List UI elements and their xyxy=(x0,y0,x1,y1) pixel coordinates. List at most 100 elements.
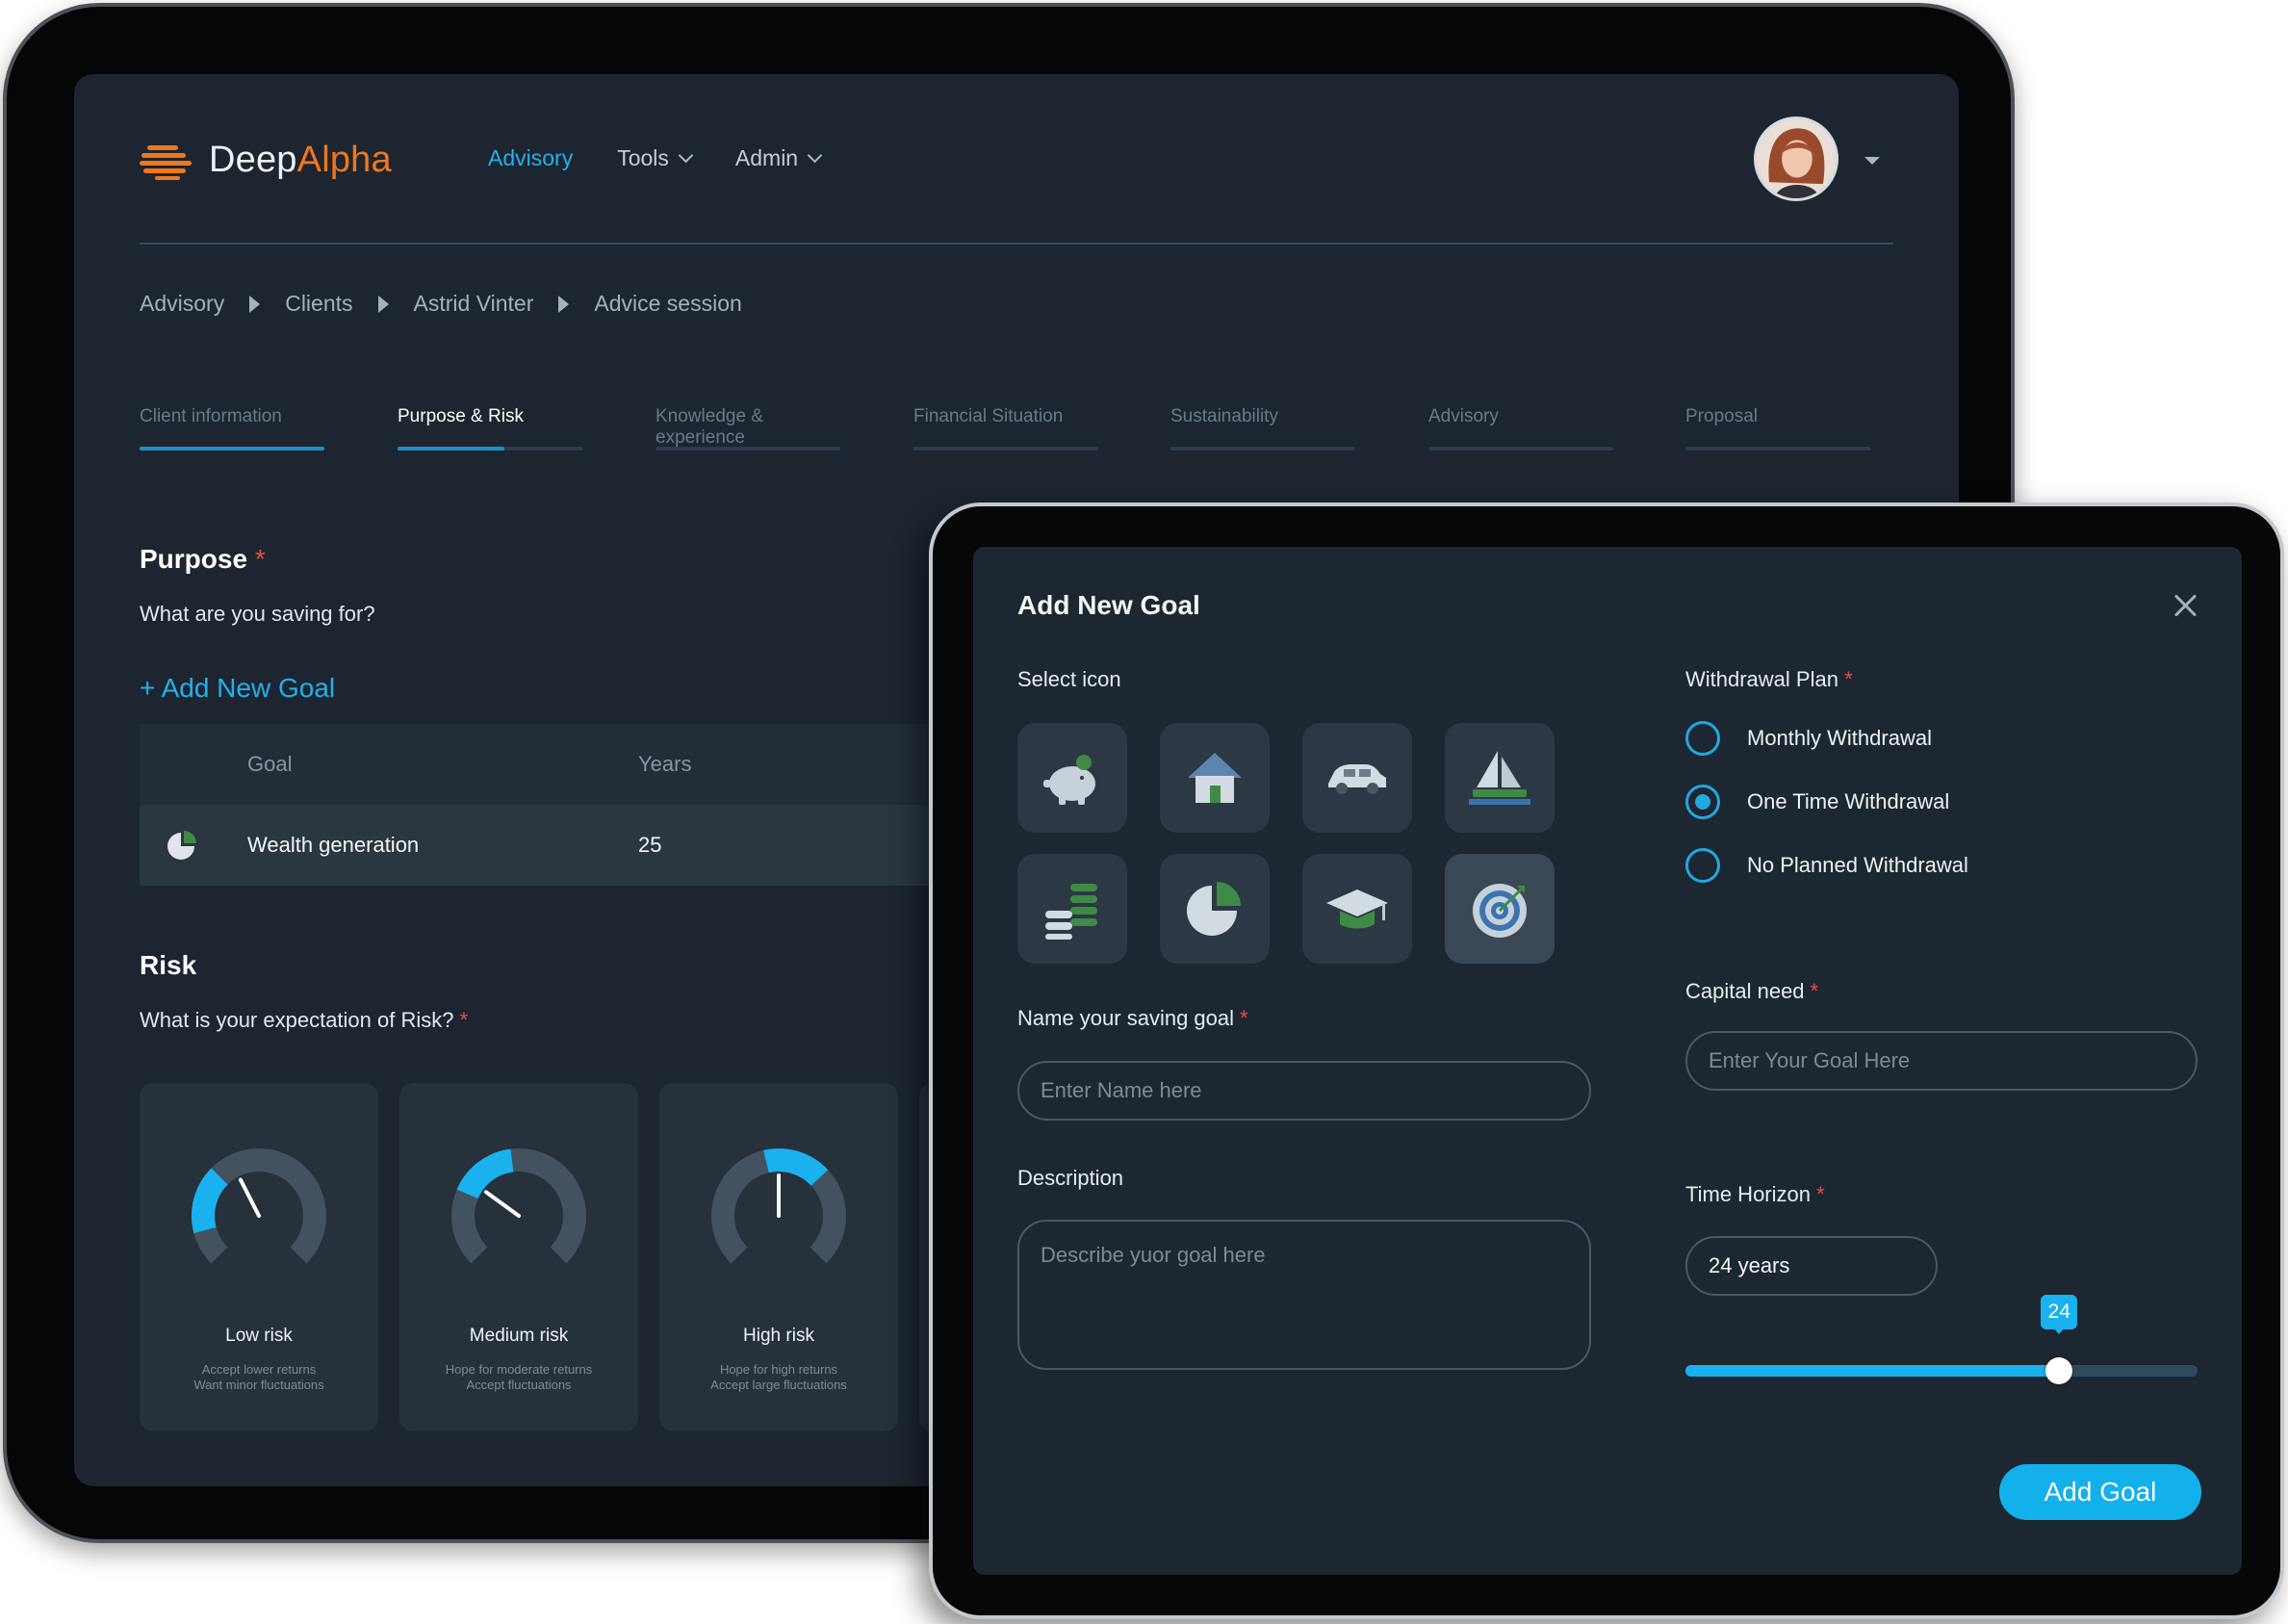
required-mark: * xyxy=(1240,1006,1248,1030)
tab-sustainability[interactable]: Sustainability xyxy=(1170,406,1357,451)
purpose-question: What are you saving for? xyxy=(140,602,375,626)
add-new-goal-link[interactable]: + Add New Goal xyxy=(140,673,335,704)
required-mark: * xyxy=(1816,1182,1825,1206)
slider-thumb[interactable] xyxy=(2045,1357,2073,1384)
risk-desc-line: Accept fluctuations xyxy=(466,1378,572,1392)
table-row[interactable]: Wealth generation 25 xyxy=(140,805,1006,886)
required-mark: * xyxy=(1844,667,1853,691)
nav-admin-label: Admin xyxy=(734,145,799,170)
tab-label: Proposal xyxy=(1685,406,1758,426)
gauge-level xyxy=(192,1168,228,1234)
header-divider xyxy=(140,243,1893,245)
car-icon[interactable] xyxy=(1302,723,1412,833)
radio-no-planned-withdrawal[interactable]: No Planned Withdrawal xyxy=(1685,848,1968,883)
time-horizon-input[interactable] xyxy=(1685,1236,1938,1296)
required-mark: * xyxy=(1810,979,1819,1003)
caret-down-icon[interactable] xyxy=(1864,157,1880,165)
purpose-title-text: Purpose xyxy=(140,544,248,574)
radio-button[interactable] xyxy=(1685,848,1720,883)
time-horizon-label-text: Time Horizon xyxy=(1685,1182,1811,1206)
description-textarea[interactable] xyxy=(1017,1220,1591,1370)
house-icon[interactable] xyxy=(1160,723,1270,833)
tab-label: Financial Situation xyxy=(913,406,1064,426)
goal-name-input[interactable] xyxy=(1017,1061,1591,1121)
tab-client-information[interactable]: Client information xyxy=(140,406,326,451)
nav-advisory[interactable]: Advisory xyxy=(488,145,573,171)
phone-frame: Add New Goal Select icon Name your savin… xyxy=(929,503,2284,1619)
withdrawal-plan-label-text: Withdrawal Plan xyxy=(1685,667,1838,691)
breadcrumb-advisory[interactable]: Advisory xyxy=(140,291,224,317)
close-icon[interactable] xyxy=(2171,591,2199,620)
risk-gauge-medium-icon xyxy=(451,1148,586,1264)
tab-advisory[interactable]: Advisory xyxy=(1428,406,1615,451)
time-horizon-slider[interactable]: 24 xyxy=(1685,1295,2198,1389)
risk-question: What is your expectation of Risk? * xyxy=(140,1008,468,1033)
nav-tools-label: Tools xyxy=(617,145,669,170)
tab-progress-track xyxy=(1428,447,1613,451)
gauge-track xyxy=(192,1148,326,1264)
risk-card-label: Low risk xyxy=(225,1326,293,1346)
capital-need-label-text: Capital need xyxy=(1685,979,1805,1003)
tab-label: Purpose & Risk xyxy=(398,406,524,426)
radio-label: One Time Withdrawal xyxy=(1747,789,1950,813)
nav-tools[interactable]: Tools xyxy=(617,145,694,171)
required-mark: * xyxy=(459,1008,469,1032)
user-avatar[interactable] xyxy=(1754,116,1838,201)
breadcrumb-advice-session: Advice session xyxy=(594,291,742,316)
radio-monthly-withdrawal[interactable]: Monthly Withdrawal xyxy=(1685,721,1932,756)
tab-progress-track xyxy=(1170,447,1355,451)
capital-need-input[interactable] xyxy=(1685,1031,2198,1091)
radio-button[interactable] xyxy=(1685,721,1720,756)
breadcrumb-client-name[interactable]: Astrid Vinter xyxy=(414,291,534,317)
pie-chart-icon xyxy=(165,828,199,868)
tab-financial-situation[interactable]: Financial Situation xyxy=(913,406,1100,451)
name-goal-label: Name your saving goal * xyxy=(1017,1006,1248,1031)
risk-card-medium[interactable]: Medium risk Hope for moderate returns Acc… xyxy=(399,1083,638,1431)
risk-card-description: Hope for moderate returns Accept fluctuat… xyxy=(399,1362,638,1393)
risk-desc-line: Accept lower returns xyxy=(201,1362,317,1377)
risk-desc-line: Hope for high returns xyxy=(719,1362,838,1377)
logo-wordmark: DeepAlpha xyxy=(209,140,392,180)
nav-advisory-label: Advisory xyxy=(488,145,574,170)
risk-question-text: What is your expectation of Risk? xyxy=(140,1008,454,1032)
tab-progress-track xyxy=(913,447,1098,451)
description-label: Description xyxy=(1017,1166,1124,1190)
nav-admin[interactable]: Admin xyxy=(734,145,823,171)
radio-label: Monthly Withdrawal xyxy=(1747,726,1932,750)
tab-knowledge-experience[interactable]: Knowledge & experience xyxy=(656,406,842,451)
piggy-bank-icon[interactable] xyxy=(1017,723,1127,833)
deepalpha-logo[interactable]: DeepAlpha xyxy=(140,140,392,181)
tab-progress-track xyxy=(656,447,840,451)
add-goal-button[interactable]: Add Goal xyxy=(1999,1464,2201,1520)
pie-chart-icon[interactable] xyxy=(1160,854,1270,964)
risk-card-low[interactable]: Low risk Accept lower returns Want minor … xyxy=(140,1083,378,1431)
goal-years-cell: 25 xyxy=(638,833,662,857)
risk-card-description: Accept lower returns Want minor fluctuati… xyxy=(140,1362,378,1393)
goals-table-header: Goal Years xyxy=(140,724,1006,805)
coins-icon[interactable] xyxy=(1017,854,1127,964)
sailboat-icon[interactable] xyxy=(1445,723,1555,833)
breadcrumb-clients[interactable]: Clients xyxy=(285,291,352,317)
tab-proposal[interactable]: Proposal xyxy=(1685,406,1872,451)
tab-progress-track xyxy=(140,447,324,451)
gauge-level xyxy=(763,1148,829,1187)
time-horizon-label: Time Horizon * xyxy=(1685,1182,1825,1207)
tab-progress-fill xyxy=(140,447,324,451)
risk-desc-line: Want minor fluctuations xyxy=(193,1378,324,1392)
goal-icon-picker xyxy=(1017,723,1556,964)
main-nav: Advisory Tools Admin xyxy=(488,145,823,171)
breadcrumb-separator-icon xyxy=(558,295,570,313)
risk-card-high[interactable]: High risk Hope for high returns Accept la… xyxy=(659,1083,898,1431)
target-icon[interactable] xyxy=(1445,854,1555,964)
slider-value-bubble: 24 xyxy=(2041,1295,2078,1334)
graduation-cap-icon[interactable] xyxy=(1302,854,1412,964)
column-header-goal: Goal xyxy=(247,752,293,776)
risk-desc-line: Hope for moderate returns xyxy=(445,1362,593,1377)
tab-progress-track xyxy=(1685,447,1870,451)
column-header-years: Years xyxy=(638,752,692,776)
radio-one-time-withdrawal[interactable]: One Time Withdrawal xyxy=(1685,785,1949,819)
breadcrumb: Advisory Clients Astrid Vinter Advice se… xyxy=(140,291,742,317)
tab-purpose-risk[interactable]: Purpose & Risk xyxy=(398,406,584,451)
name-goal-label-text: Name your saving goal xyxy=(1017,1006,1235,1030)
radio-button[interactable] xyxy=(1685,785,1720,819)
